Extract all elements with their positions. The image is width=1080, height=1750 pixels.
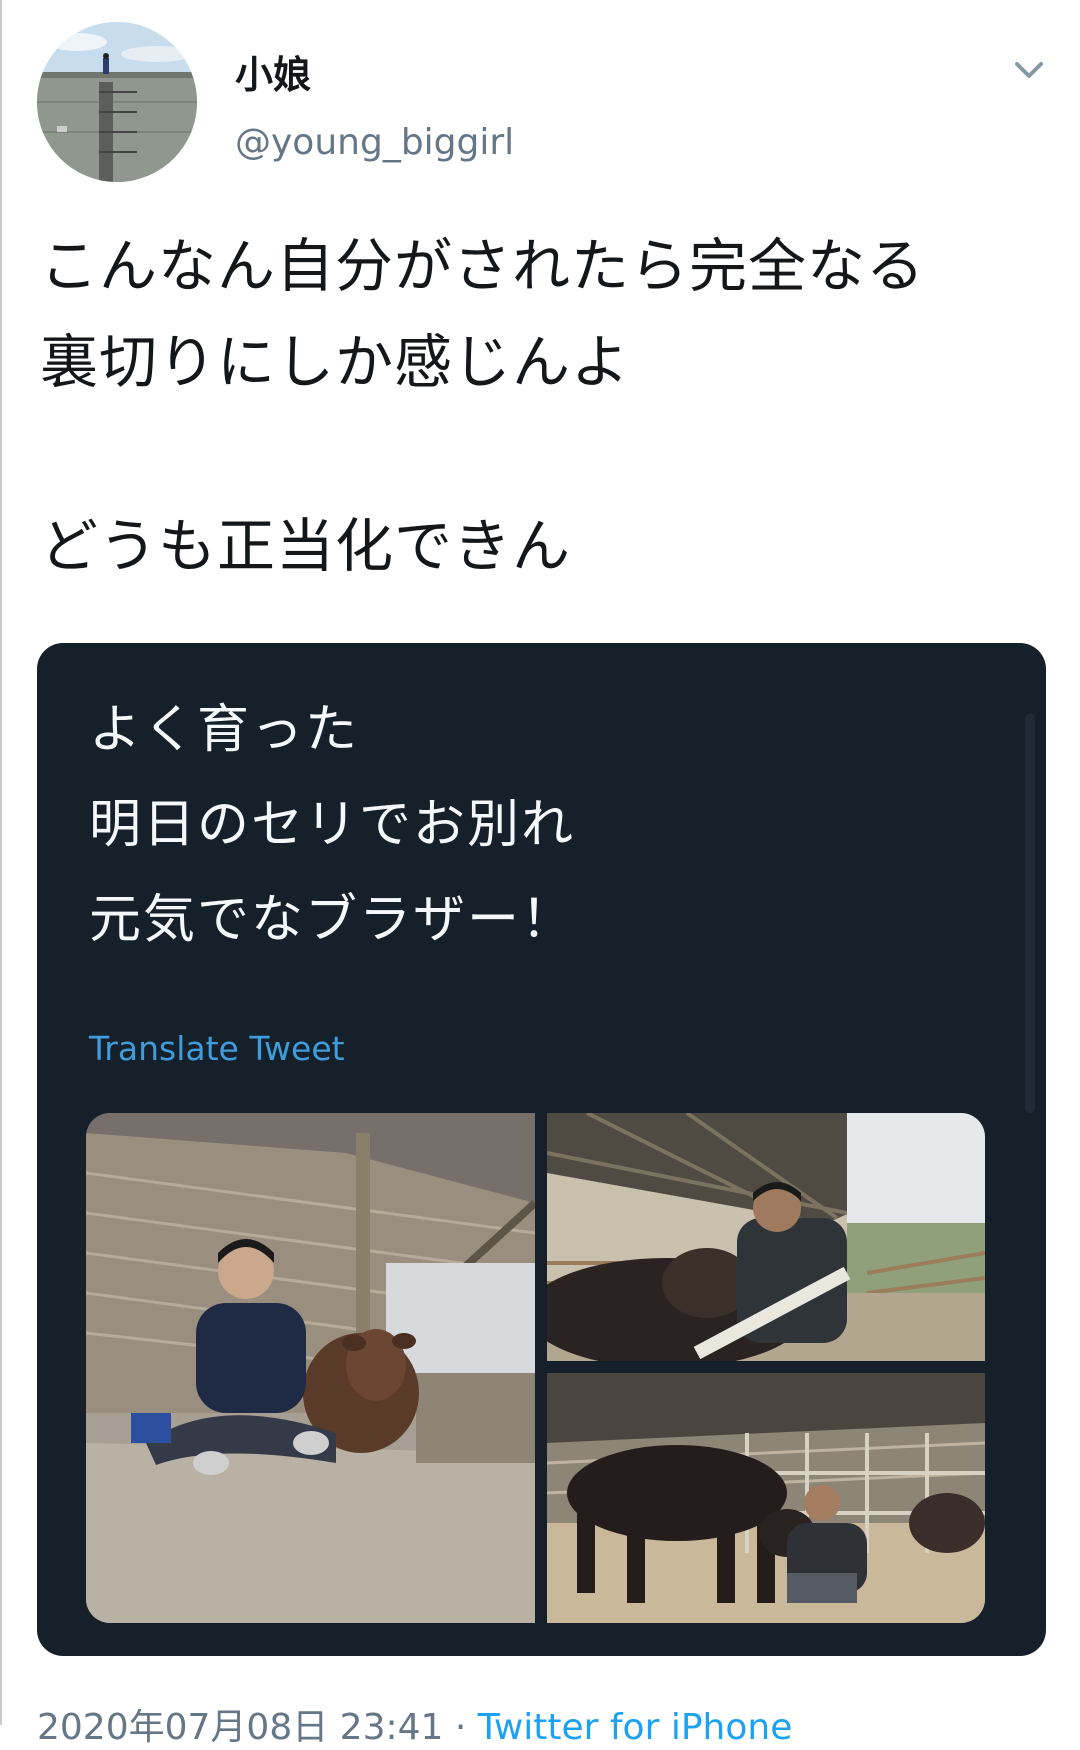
media-grid (86, 1113, 985, 1623)
scrollbar[interactable] (1025, 713, 1035, 1113)
timestamp[interactable]: 2020年07月08日 23:41 (37, 1707, 443, 1748)
man-hugging-cow-over-fence-photo[interactable] (547, 1113, 985, 1361)
quoted-tweet-text: よく育った 明日のセリでお別れ 元気でなブラザー！ (89, 683, 989, 968)
tweet-text-line: どうも正当化できん (40, 512, 572, 580)
man-sitting-with-calf-in-barn-photo[interactable] (86, 1113, 535, 1623)
man-crouching-with-calf-photo[interactable] (547, 1373, 985, 1623)
tweet-text-line: 裏切りにしか感じんよ (40, 328, 631, 396)
tweet-header: 小娘 @young_biggirl (37, 22, 1047, 192)
quoted-tweet-card[interactable]: よく育った 明日のセリでお別れ 元気でなブラザー！ Translate Twee… (37, 643, 1046, 1656)
translate-tweet-link[interactable]: Translate Tweet (89, 1029, 345, 1068)
left-border (0, 0, 2, 1725)
username-handle[interactable]: @young_biggirl (235, 122, 514, 163)
source-link[interactable]: Twitter for iPhone (478, 1707, 793, 1748)
tweet-text-line: こんなん自分がされたら完全なる (40, 232, 926, 300)
quoted-text-line: 明日のセリでお別れ (89, 795, 576, 855)
meta-separator: · (443, 1707, 478, 1748)
tweet-text: こんなん自分がされたら完全なる 裏切りにしか感じんよ どうも正当化できん (40, 218, 1030, 594)
avatar[interactable] (37, 22, 197, 182)
chevron-down-icon[interactable] (1009, 50, 1049, 90)
quoted-text-line: 元気でなブラザー！ (89, 890, 576, 950)
quoted-text-line: よく育った (89, 700, 360, 760)
tweet-metadata: 2020年07月08日 23:41 · Twitter for iPhone (37, 1698, 792, 1750)
display-name[interactable]: 小娘 (235, 44, 311, 99)
